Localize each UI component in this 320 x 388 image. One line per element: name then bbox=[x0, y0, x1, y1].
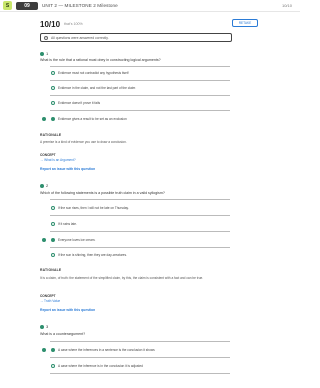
correct-answer-icon bbox=[42, 238, 46, 242]
unit-title: UNIT 2 — MILESTONE 2 Milestone bbox=[42, 3, 118, 8]
option-divider bbox=[50, 215, 230, 216]
concept-link[interactable]: → Truth Value bbox=[40, 299, 60, 303]
rationale-text: It is a claim, of truth: the statement o… bbox=[40, 276, 204, 280]
unit-badge: 09 bbox=[16, 1, 38, 10]
option-radio-selected[interactable] bbox=[51, 117, 55, 121]
correct-check-icon bbox=[40, 183, 44, 188]
retake-button[interactable]: RETAKE bbox=[232, 19, 258, 27]
option-divider bbox=[50, 231, 230, 232]
top-bar: S 09 UNIT 2 — MILESTONE 2 Milestone 10/1… bbox=[0, 0, 300, 12]
option-label-selected[interactable]: Evidence gives a result to be set as an … bbox=[58, 117, 228, 121]
correct-check-icon bbox=[40, 51, 44, 56]
result-notice: i All questions were answered correctly. bbox=[40, 33, 232, 42]
option-label[interactable]: A case where the inference is in the con… bbox=[58, 364, 228, 368]
concept-heading: CONCEPT bbox=[40, 153, 56, 157]
report-issue-link[interactable]: Report an issue with this question bbox=[40, 167, 95, 171]
option-radio-selected[interactable] bbox=[51, 238, 55, 242]
option-radio[interactable] bbox=[51, 101, 55, 105]
correct-answer-icon bbox=[42, 348, 46, 352]
option-radio[interactable] bbox=[51, 364, 55, 368]
score-percent-label: that's 100% bbox=[64, 22, 83, 26]
rationale-text: A premise is a kind of evidence you use … bbox=[40, 140, 127, 144]
option-divider bbox=[50, 66, 230, 67]
option-divider bbox=[50, 110, 230, 111]
logo-icon: S bbox=[5, 2, 10, 9]
option-divider bbox=[50, 95, 230, 96]
score-summary: 10/10 that's 100% RETAKE bbox=[40, 18, 260, 30]
info-icon: i bbox=[44, 35, 48, 40]
option-divider bbox=[50, 199, 230, 200]
option-radio[interactable] bbox=[51, 206, 55, 210]
question-text: Which of the following statements is a p… bbox=[40, 191, 165, 195]
rationale-heading: RATIONALE bbox=[40, 268, 62, 272]
score-value: 10/10 bbox=[40, 19, 61, 29]
option-divider bbox=[50, 357, 230, 358]
notice-text: All questions were answered correctly. bbox=[51, 35, 109, 40]
option-divider bbox=[50, 247, 230, 248]
question-number: 1 bbox=[40, 51, 48, 56]
question-text: What is a counterargument? bbox=[40, 332, 86, 336]
header-score: 10/10 bbox=[281, 3, 292, 8]
option-label[interactable]: If the sun is shining, then they are day… bbox=[58, 253, 228, 257]
option-divider bbox=[50, 373, 230, 374]
option-label[interactable]: Evidence must not contradict any hypothe… bbox=[58, 71, 228, 75]
option-divider bbox=[50, 341, 230, 342]
option-label-selected[interactable]: A case where the inferences in a sentenc… bbox=[58, 348, 228, 352]
option-label-selected[interactable]: Everyone loves ice cream. bbox=[58, 238, 228, 242]
question-number: 3 bbox=[40, 324, 48, 329]
option-radio[interactable] bbox=[51, 71, 55, 75]
option-divider bbox=[50, 80, 230, 81]
concept-heading: CONCEPT bbox=[40, 294, 56, 298]
question-text: What is the rule that a rational must ob… bbox=[40, 58, 161, 62]
option-label[interactable]: If the sun rises, then I will not be lat… bbox=[58, 206, 228, 210]
option-radio[interactable] bbox=[51, 253, 55, 257]
rationale-heading: RATIONALE bbox=[40, 133, 62, 137]
option-radio[interactable] bbox=[51, 86, 55, 90]
app-logo[interactable]: S bbox=[3, 1, 12, 10]
correct-check-icon bbox=[40, 324, 44, 329]
report-issue-link[interactable]: Report an issue with this question bbox=[40, 308, 95, 312]
concept-link[interactable]: → What Is an Argument? bbox=[40, 158, 76, 162]
option-label[interactable]: If it rains late. bbox=[58, 222, 228, 226]
correct-answer-icon bbox=[42, 117, 46, 121]
option-label[interactable]: Evidence in the claim, and not the last … bbox=[58, 86, 228, 90]
option-radio-selected[interactable] bbox=[51, 348, 55, 352]
option-label[interactable]: Evidence doesn't prove it fails bbox=[58, 101, 228, 105]
option-radio[interactable] bbox=[51, 222, 55, 226]
question-number: 2 bbox=[40, 183, 48, 188]
